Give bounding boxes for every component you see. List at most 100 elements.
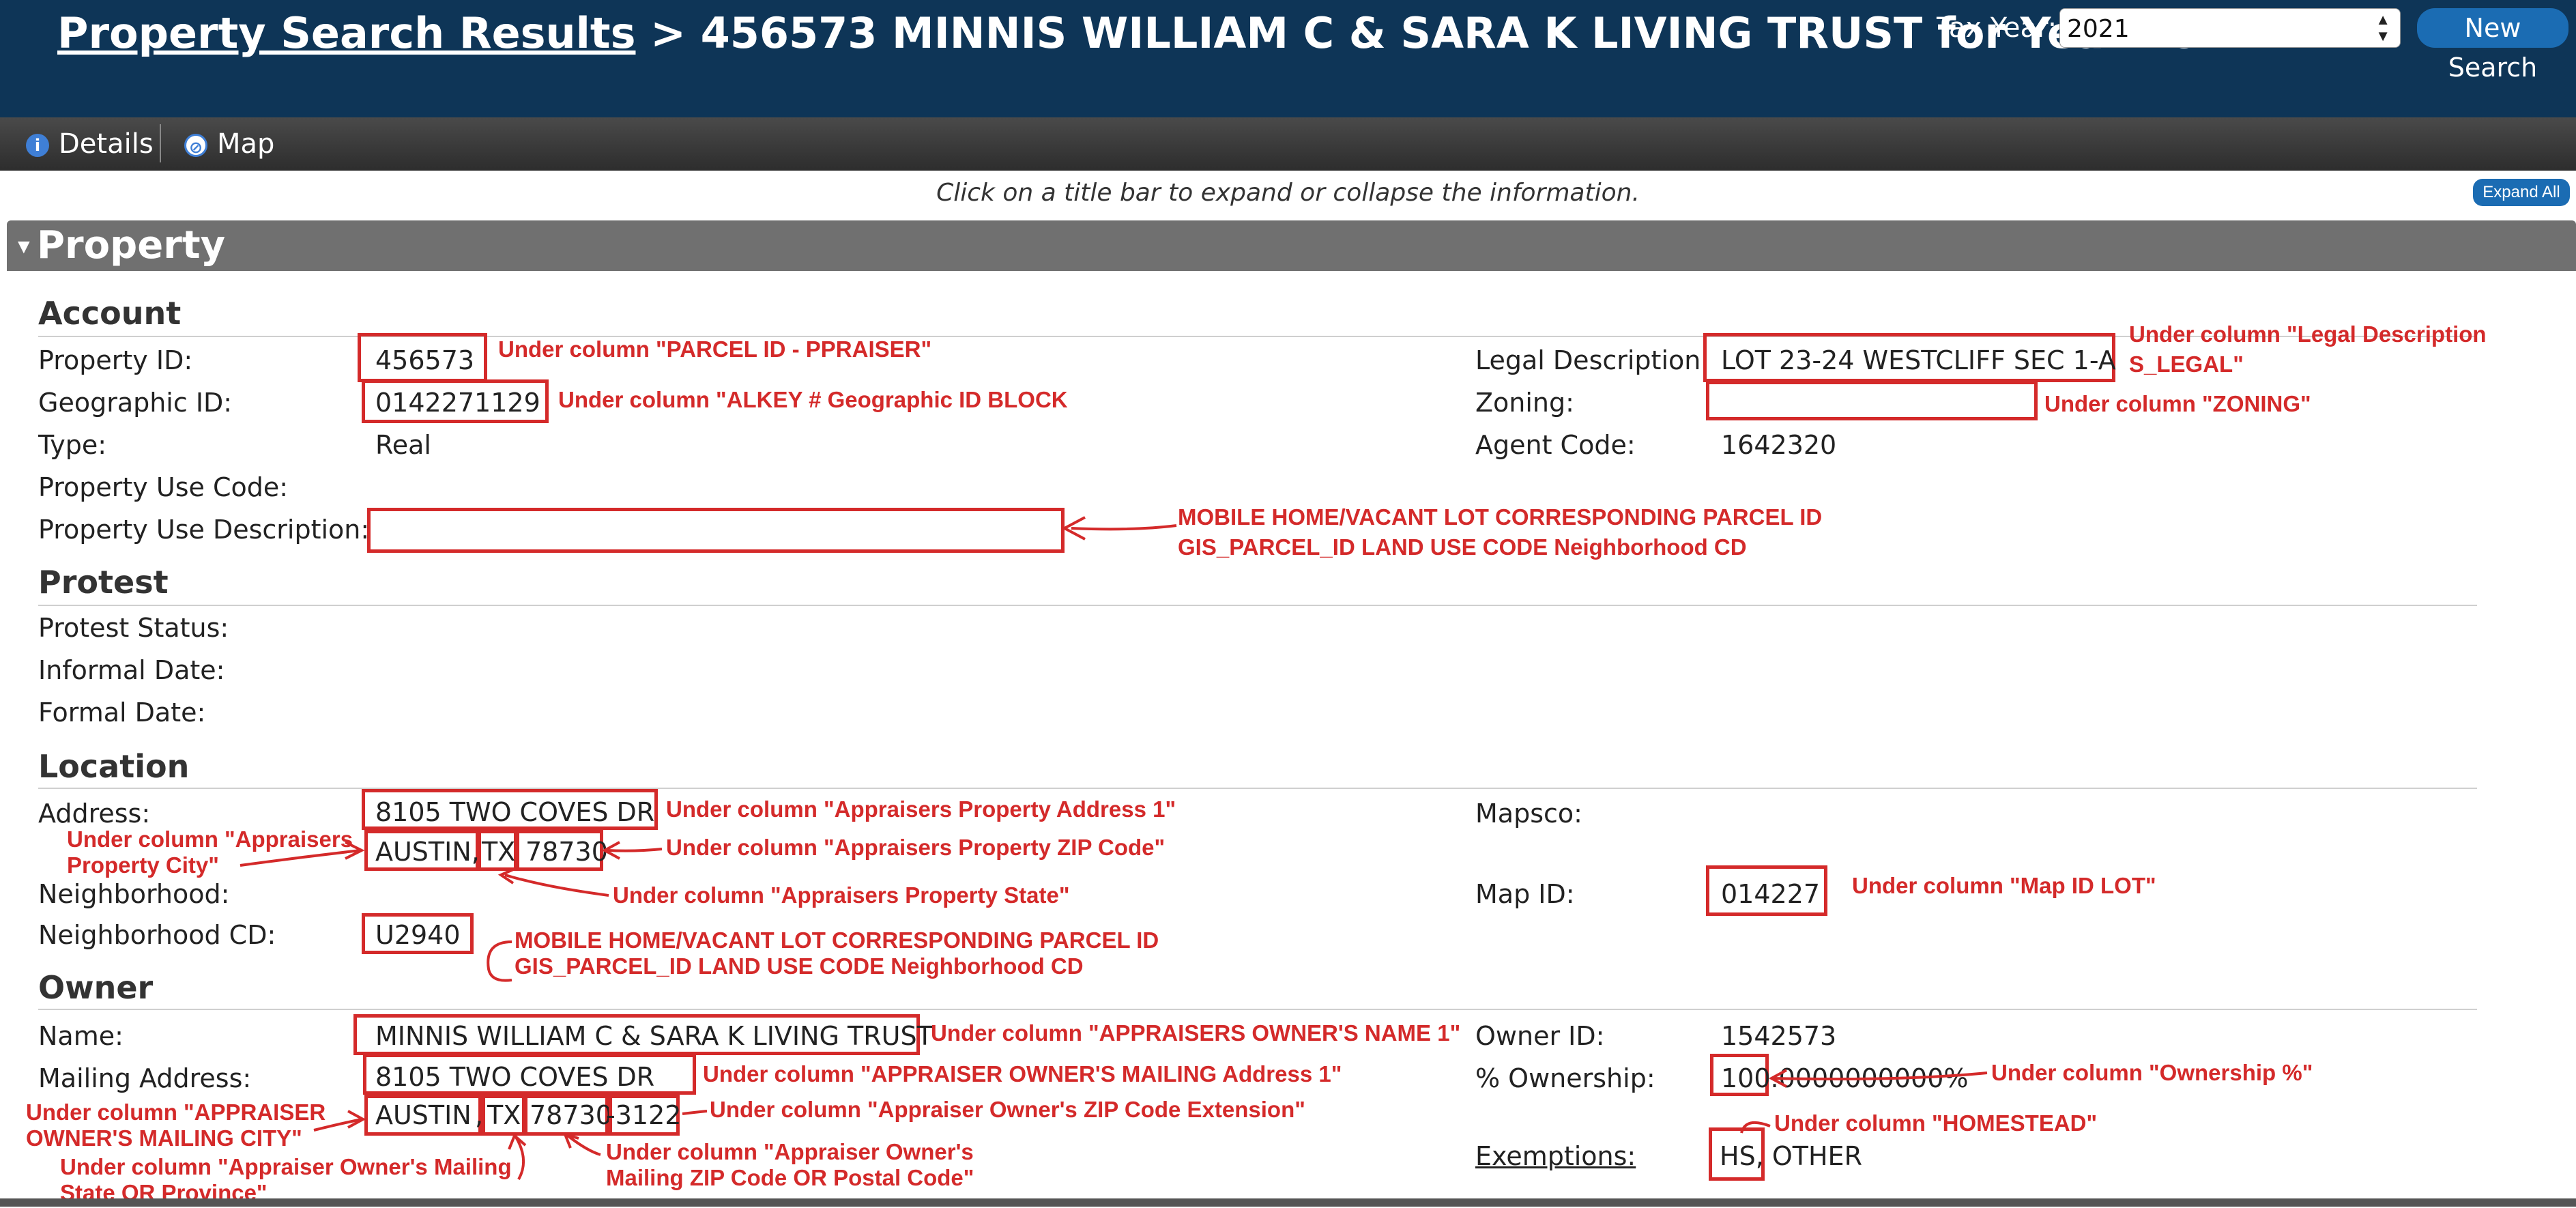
- property-use-description-highlight: [367, 508, 1065, 553]
- instruction-text: Click on a title bar to expand or collap…: [936, 179, 1640, 207]
- select-arrows-icon: ▲ ▼: [2375, 11, 2390, 44]
- property-section-title: Property: [37, 223, 226, 268]
- tax-year-label: Tax Year:: [1937, 12, 2057, 44]
- protest-divider: [38, 605, 2477, 606]
- agent-code-label: Agent Code:: [1475, 430, 1636, 460]
- property-id-label: Property ID:: [38, 345, 193, 375]
- new-search-button[interactable]: New Search: [2417, 8, 2568, 83]
- arrow-property-state-head: [497, 868, 515, 885]
- collapse-arrow-icon: ▼: [14, 235, 34, 258]
- map-label: Map: [217, 128, 275, 160]
- arrow-owner-zip: [566, 1134, 601, 1156]
- protest-status-label: Protest Status:: [38, 613, 229, 643]
- zip-value: 78730: [525, 837, 608, 867]
- arrow-mobile-home-head: [1061, 516, 1086, 541]
- owner-zip-value: 78730: [530, 1100, 612, 1130]
- owner-city-value: AUSTIN: [375, 1100, 472, 1130]
- state-value: TX: [482, 837, 516, 867]
- details-tab[interactable]: i Details: [26, 128, 154, 160]
- arrow-property-zip: [607, 848, 663, 852]
- annotation-mobile-line1: MOBILE HOME/VACANT LOT CORRESPONDING PAR…: [1178, 504, 1823, 530]
- arrow-owner-city-head: [347, 1110, 366, 1129]
- location-heading: Location: [38, 748, 190, 785]
- geographic-id-label: Geographic ID:: [38, 388, 233, 418]
- annotation-mobile-line2: GIS_PARCEL_ID LAND USE CODE Neighborhood…: [1178, 534, 1747, 560]
- bottom-scrollbar: [0, 1198, 2576, 1207]
- arrow-owner-state: [515, 1136, 525, 1180]
- formal-date-label: Formal Date:: [38, 698, 206, 728]
- ownership-value: 100.0000000000%: [1721, 1063, 1969, 1093]
- annotation-ownership: Under column "Ownership %": [1991, 1060, 2313, 1085]
- neighborhood-cd-value: U2940: [375, 920, 461, 950]
- page-title: Property Search Results > 456573 MINNIS …: [57, 8, 2257, 58]
- ownership-label: % Ownership:: [1475, 1063, 1655, 1093]
- neighborhood-cd-label: Neighborhood CD:: [38, 920, 276, 950]
- details-label: Details: [59, 128, 154, 160]
- annotation-zip-ext: Under column "Appraiser Owner's ZIP Code…: [710, 1097, 1305, 1122]
- property-id-value: 456573: [375, 345, 475, 375]
- annotation-owner-zip-line2: Mailing ZIP Code OR Postal Code": [606, 1165, 974, 1190]
- arrow-mobile-home: [1071, 524, 1177, 531]
- ownership-int: 100: [1721, 1063, 1771, 1093]
- annotation-property-state: Under column "Appraisers Property State": [613, 882, 1070, 908]
- annotation-parcel-id: Under column "PARCEL ID - PPRAISER": [498, 336, 932, 362]
- map-tab[interactable]: ⊘ Map: [184, 128, 274, 160]
- informal-date-label: Informal Date:: [38, 655, 225, 685]
- mapsco-label: Mapsco:: [1475, 799, 1582, 829]
- legal-description-value: LOT 23-24 WESTCLIFF SEC 1-A: [1721, 345, 2116, 375]
- annotation-nbhd-line2: GIS_PARCEL_ID LAND USE CODE Neighborhood…: [515, 953, 1084, 979]
- geographic-id-value: 0142271129: [375, 388, 540, 418]
- annotation-property-zip: Under column "Appraisers Property ZIP Co…: [666, 835, 1166, 860]
- map-id-value: 014227: [1721, 879, 1821, 909]
- map-id-label: Map ID:: [1475, 879, 1575, 909]
- annotation-property-address: Under column "Appraisers Property Addres…: [666, 796, 1176, 822]
- page-header: Property Search Results > 456573 MINNIS …: [0, 0, 2576, 117]
- tax-year-select[interactable]: 2021 ▲ ▼: [2059, 8, 2401, 48]
- mailing-address-label: Mailing Address:: [38, 1063, 252, 1093]
- owner-zip-ext-value: -3122: [606, 1100, 682, 1130]
- annotation-owner-city-line2: OWNER'S MAILING CITY": [26, 1125, 302, 1151]
- exemption-hs: HS,: [1720, 1141, 1764, 1171]
- owner-id-label: Owner ID:: [1475, 1021, 1605, 1051]
- arrow-property-state: [504, 874, 609, 897]
- agent-code-value: 1642320: [1721, 430, 1837, 460]
- annotation-zoning: Under column "ZONING": [2044, 391, 2311, 416]
- address-line1-value: 8105 TWO COVES DR: [375, 797, 655, 827]
- info-icon: i: [26, 134, 49, 157]
- arrow-zip-ext: [682, 1110, 708, 1115]
- owner-heading: Owner: [38, 969, 154, 1006]
- property-search-results-link[interactable]: Property Search Results: [57, 8, 635, 58]
- property-use-description-label: Property Use Description:: [38, 515, 370, 545]
- ownership-decimal: .0000000000%: [1770, 1063, 1969, 1093]
- protest-heading: Protest: [38, 564, 169, 601]
- annotation-legal-line2: S_LEGAL": [2129, 351, 2244, 377]
- expand-all-button[interactable]: Expand All: [2473, 179, 2570, 206]
- account-heading: Account: [38, 295, 182, 332]
- tax-year-value: 2021: [2067, 15, 2130, 43]
- owner-id-value: 1542573: [1721, 1021, 1837, 1051]
- annotation-legal-line1: Under column "Legal Description: [2129, 321, 2487, 347]
- type-value: Real: [375, 430, 431, 460]
- annotation-alkey: Under column "ALKEY # Geographic ID BLOC…: [558, 387, 1068, 412]
- arrow-owner-zip-head: [562, 1132, 579, 1149]
- mailing-address-line1-value: 8105 TWO COVES DR: [375, 1062, 655, 1092]
- annotation-owner-name: Under column "APPRAISERS OWNER'S NAME 1": [931, 1020, 1461, 1046]
- annotation-property-city-line2: Property City": [67, 852, 219, 878]
- arrow-owner-state-head: [508, 1133, 527, 1150]
- zoning-highlight: [1706, 381, 2038, 420]
- map-globe-icon: ⊘: [184, 134, 207, 157]
- type-label: Type:: [38, 430, 107, 460]
- owner-name-value: MINNIS WILLIAM C & SARA K LIVING TRUST: [375, 1021, 933, 1051]
- toolbar: i Details ⊘ Map: [0, 117, 2576, 171]
- property-section-header[interactable]: ▼ Property: [7, 220, 2576, 271]
- annotation-owner-mailing: Under column "APPRAISER OWNER'S MAILING …: [703, 1061, 1342, 1087]
- legal-description-label: Legal Description:: [1475, 345, 1710, 375]
- property-use-code-label: Property Use Code:: [38, 472, 289, 502]
- owner-name-label: Name:: [38, 1021, 124, 1051]
- zoning-label: Zoning:: [1475, 388, 1574, 418]
- owner-state-value: TX: [487, 1100, 521, 1130]
- exemptions-link[interactable]: Exemptions:: [1475, 1141, 1636, 1171]
- city-value: AUSTIN,: [375, 837, 480, 867]
- toolbar-divider: [160, 124, 161, 162]
- arrow-nbhd: [487, 940, 512, 982]
